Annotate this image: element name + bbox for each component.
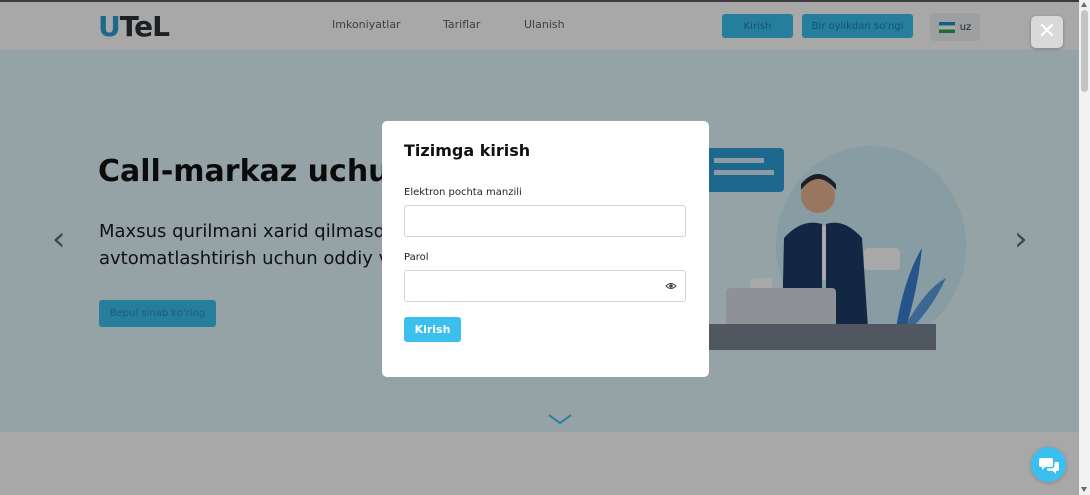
password-label: Parol — [404, 252, 429, 263]
scroll-up-arrow-icon[interactable] — [1081, 2, 1087, 7]
chat-widget-button[interactable] — [1031, 447, 1066, 482]
email-input[interactable] — [404, 205, 686, 237]
login-submit-button[interactable]: Kirish — [404, 317, 461, 342]
eye-icon[interactable] — [665, 280, 677, 292]
page-scrollbar[interactable] — [1079, 0, 1090, 495]
password-input[interactable] — [404, 270, 686, 302]
scroll-thumb[interactable] — [1081, 10, 1088, 92]
login-modal: Tizimga kirish Elektron pochta manzili P… — [382, 121, 709, 377]
chat-icon — [1038, 457, 1059, 474]
close-icon: ✕ — [1037, 19, 1057, 44]
modal-title: Tizimga kirish — [404, 141, 531, 160]
email-label: Elektron pochta manzili — [404, 187, 522, 198]
scroll-down-arrow-icon[interactable] — [1081, 487, 1087, 492]
close-modal-button[interactable]: ✕ — [1031, 16, 1063, 48]
